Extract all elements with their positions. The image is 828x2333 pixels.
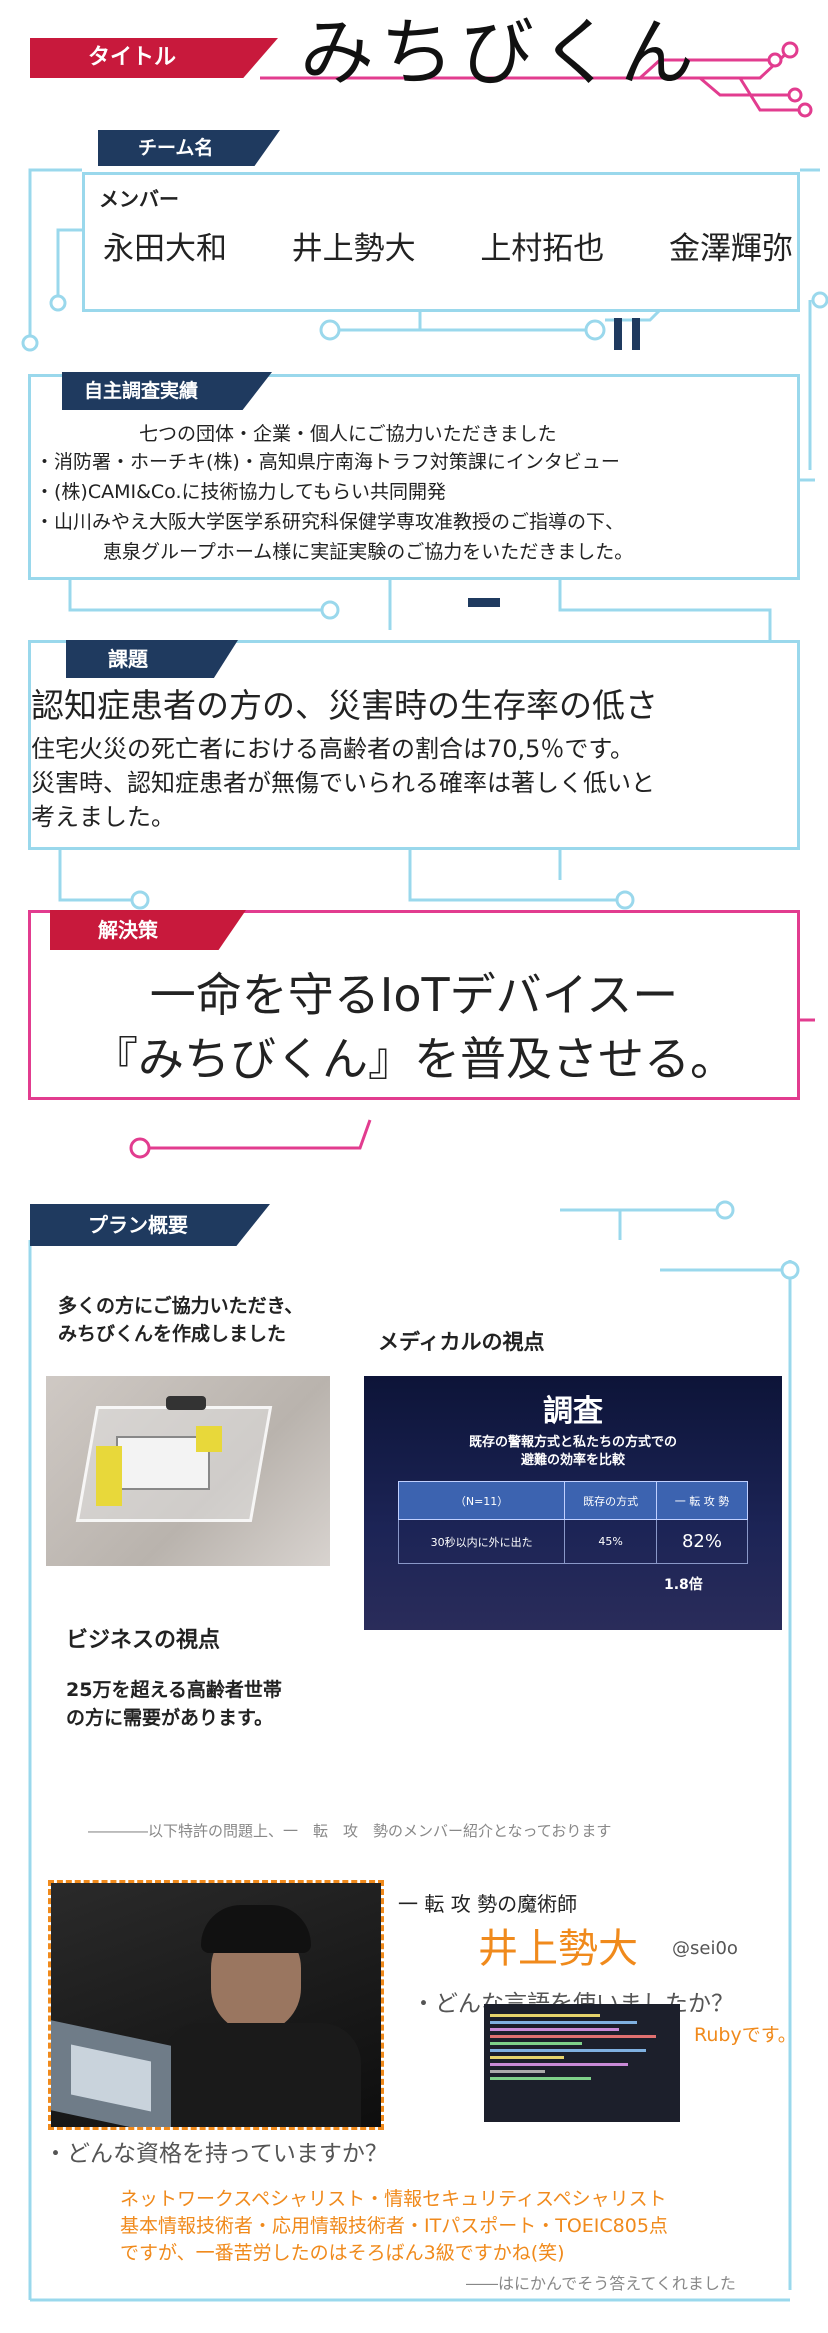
answer-language: Rubyです。 — [694, 2024, 797, 2046]
medical-heading: メディカルの視点 — [378, 1330, 545, 1354]
profile-role: 一 転 攻 勢の魔術師 — [398, 1892, 578, 1916]
table-header: 一 転 攻 勢 — [655, 1481, 749, 1520]
table-cell: 82% — [655, 1519, 749, 1564]
page-title: みちびくん — [300, 10, 700, 96]
business-line: 25万を超える高齢者世帯 — [66, 1679, 282, 1701]
research-item: ・(株)CAMI&Co.に技術協力してもらい共同開発 — [35, 481, 446, 503]
coop-line: みちびくんを作成しました — [58, 1323, 287, 1345]
coop-line: 多くの方にご協力いただき、 — [58, 1295, 304, 1317]
coop-text: 多くの方にご協力いただき、 みちびくんを作成しました — [58, 1292, 303, 1348]
code-screenshot — [484, 2004, 680, 2122]
member-name: 上村拓也 — [480, 231, 605, 267]
profile-photo-frame — [48, 1880, 384, 2130]
member-name: 井上勢大 — [291, 231, 416, 267]
table-header: （N=11） — [397, 1481, 566, 1520]
research-summary: 七つの団体・企業・個人にご協力いただきました — [139, 423, 557, 445]
slide-subtitle-line: 避難の効率を比較 — [520, 1453, 625, 1468]
problem-text: 考えました。 — [31, 803, 175, 831]
table-row: （N=11） 既存の方式 一 転 攻 勢 — [397, 1481, 749, 1520]
business-text: 25万を超える高齢者世帯 の方に需要があります。 — [66, 1676, 282, 1732]
slide-table: （N=11） 既存の方式 一 転 攻 勢 30秒以内に外に出た 45% 82% — [397, 1481, 749, 1564]
members-list: 永田大和 井上勢大 上村拓也 金澤輝弥 — [103, 223, 793, 268]
member-name: 金澤輝弥 — [668, 231, 793, 267]
profile-handle: @sei0o — [672, 1938, 738, 1959]
slide-subtitle-line: 既存の警報方式と私たちの方式での — [468, 1435, 677, 1450]
profile-name: 井上勢大 — [478, 1926, 638, 1972]
answer-line: ネットワークスペシャリスト・情報セキュリティスペシャリスト — [120, 2188, 667, 2210]
table-cell: 45% — [564, 1519, 657, 1564]
team-tag: チーム名 — [98, 130, 280, 166]
research-item-cont: 恵泉グループホーム様に実証実験のご協力をいただきました。 — [103, 541, 634, 563]
business-line: の方に需要があります。 — [66, 1707, 274, 1729]
table-header: 既存の方式 — [564, 1481, 657, 1520]
members-label: メンバー — [99, 187, 179, 211]
slide-title: 調査 — [543, 1394, 603, 1429]
business-heading: ビジネスの視点 — [66, 1628, 221, 1653]
plan-tag: プラン概要 — [30, 1204, 270, 1246]
member-name: 永田大和 — [103, 231, 227, 267]
problem-text: 住宅火災の死亡者における高齢者の割合は70,5％です。 — [31, 735, 635, 763]
patent-note: ――――以下特許の問題上、一 転 攻 勢のメンバー紹介となっております — [88, 1822, 612, 1840]
table-row: 30秒以内に外に出た 45% 82% — [397, 1519, 749, 1564]
problem-text: 災害時、認知症患者が無傷でいられる確率は著しく低いと — [31, 769, 655, 797]
title-tag: タイトル — [30, 38, 278, 78]
solution-tag: 解決策 — [50, 910, 246, 950]
survey-slide: 調査 既存の警報方式と私たちの方式での 避難の効率を比較 （N=11） 既存の方… — [364, 1376, 782, 1630]
problem-headline: 認知症患者の方の、災害時の生存率の低さ — [31, 686, 658, 725]
answer-line: ですが、一番苦労したのはそろばん3級ですかね(笑) — [120, 2242, 565, 2264]
research-item: ・山川みやえ大阪大学医学系研究科保健学専攻准教授のご指導の下、 — [35, 511, 625, 533]
problem-tag: 課題 — [66, 640, 238, 678]
device-photo — [46, 1376, 330, 1566]
research-tag: 自主調査実績 — [62, 372, 272, 410]
profile-footer: ――はにかんでそう答えてくれました — [466, 2274, 736, 2293]
solution-line: 一命を守るIoTデバイスー — [149, 968, 679, 1022]
solution-line: 『みちびくん』を普及させる。 — [92, 1032, 736, 1086]
answer-line: 基本情報技術者・応用情報技術者・ITパスポート・TOEIC805点 — [120, 2215, 668, 2237]
question-qualifications: ・どんな資格を持っていますか？ — [44, 2141, 388, 2167]
slide-ratio: 1.8倍 — [664, 1577, 703, 1593]
team-panel: メンバー 永田大和 井上勢大 上村拓也 金澤輝弥 — [82, 172, 800, 312]
research-item: ・消防署・ホーチキ(株)・高知県庁南海トラフ対策課にインタビュー — [35, 451, 620, 473]
slide-subtitle: 既存の警報方式と私たちの方式での 避難の効率を比較 — [364, 1434, 782, 1470]
table-cell: 30秒以内に外に出た — [397, 1519, 566, 1564]
profile-photo — [51, 1883, 381, 2127]
answer-qualifications: ネットワークスペシャリスト・情報セキュリティスペシャリスト 基本情報技術者・応用… — [120, 2186, 668, 2267]
